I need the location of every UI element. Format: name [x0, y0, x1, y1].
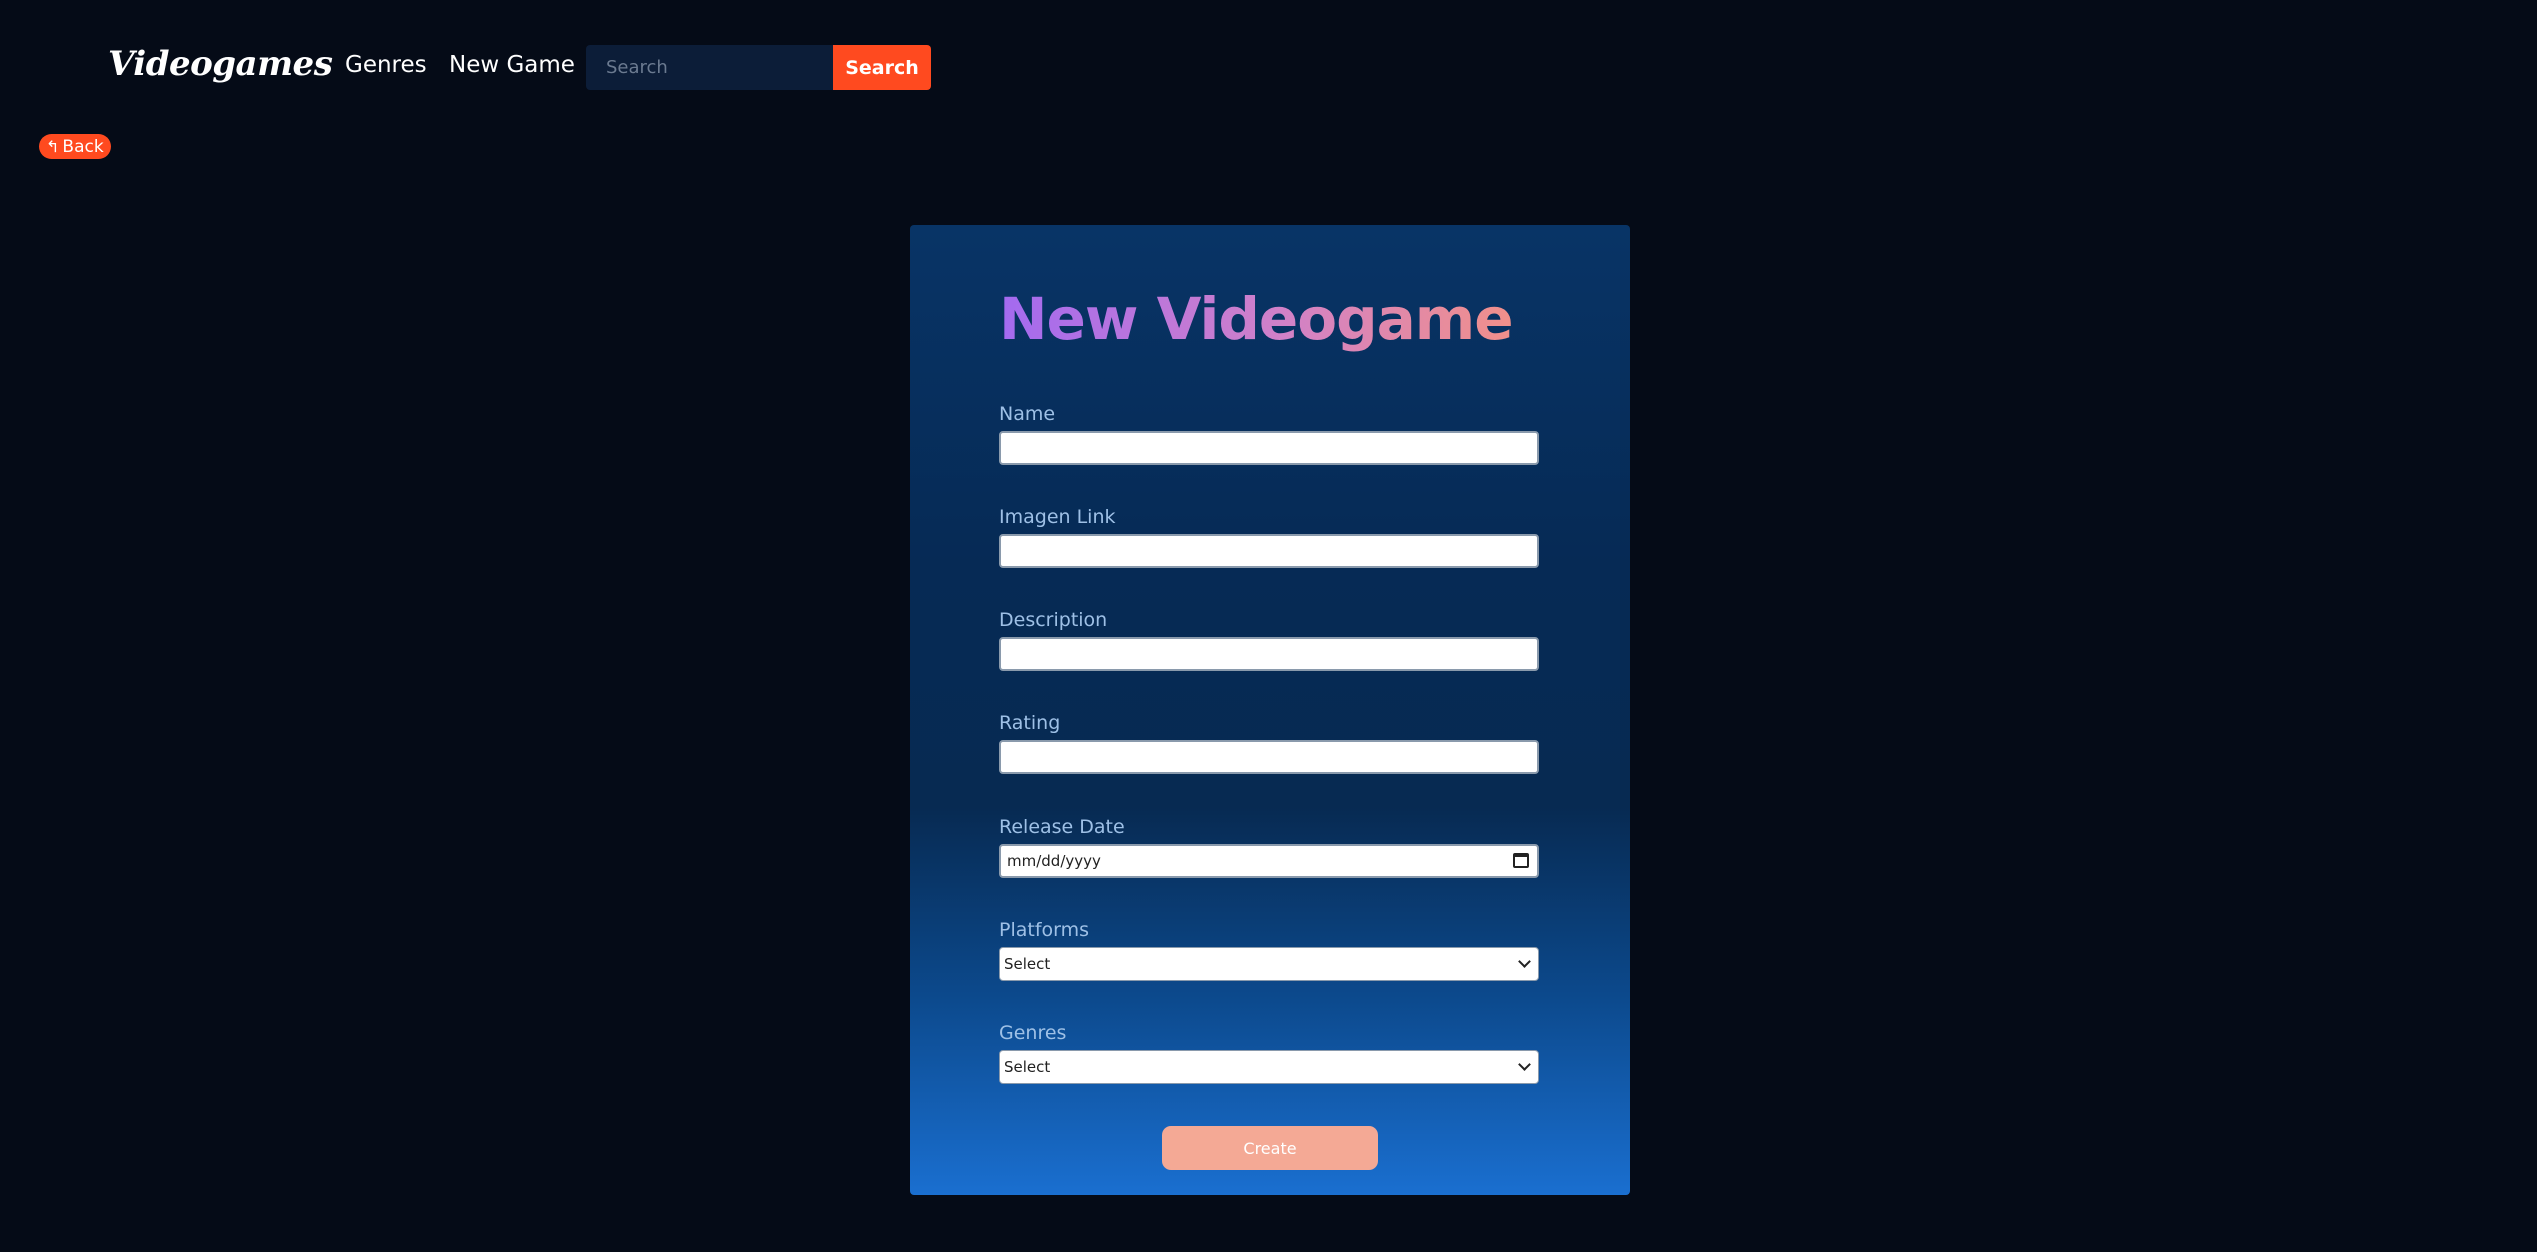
name-input[interactable] — [999, 431, 1539, 465]
platforms-select[interactable]: Select — [999, 947, 1539, 981]
new-videogame-form: New Videogame Name Imagen Link Descripti… — [910, 225, 1630, 1195]
platforms-label: Platforms — [999, 919, 1090, 941]
release-date-input[interactable]: mm/dd/yyyy — [999, 844, 1539, 878]
search-input[interactable] — [586, 45, 833, 90]
field-platforms: Platforms Select — [999, 919, 1539, 981]
reply-arrow-icon: ↰ — [46, 136, 60, 156]
back-button-label: Back — [62, 136, 104, 157]
field-release-date: Release Date mm/dd/yyyy — [999, 816, 1539, 878]
rating-input[interactable] — [999, 740, 1539, 774]
field-rating: Rating — [999, 712, 1539, 774]
name-label: Name — [999, 403, 1056, 425]
back-button[interactable]: ↰ Back — [39, 134, 111, 159]
image-link-label: Imagen Link — [999, 506, 1116, 528]
search-button[interactable]: Search — [833, 45, 931, 90]
field-name: Name — [999, 403, 1539, 465]
chevron-down-icon — [1518, 1058, 1531, 1071]
genres-select[interactable]: Select — [999, 1050, 1539, 1084]
calendar-icon[interactable] — [1513, 853, 1529, 868]
search-bar: Search — [586, 45, 931, 90]
image-link-input[interactable] — [999, 534, 1539, 568]
nav-link-genres[interactable]: Genres — [345, 52, 427, 78]
navbar: Videogames Genres New Game Search — [0, 0, 2537, 136]
field-description: Description — [999, 609, 1539, 671]
release-date-placeholder: mm/dd/yyyy — [1007, 852, 1101, 870]
field-image-link: Imagen Link — [999, 506, 1539, 568]
release-date-label: Release Date — [999, 816, 1125, 838]
chevron-down-icon — [1518, 955, 1531, 968]
site-logo[interactable]: Videogames — [108, 44, 333, 84]
platforms-selected-value: Select — [1004, 955, 1051, 973]
rating-label: Rating — [999, 712, 1061, 734]
genres-label: Genres — [999, 1022, 1067, 1044]
description-input[interactable] — [999, 637, 1539, 671]
field-genres: Genres Select — [999, 1022, 1539, 1084]
description-label: Description — [999, 609, 1108, 631]
nav-link-new-game[interactable]: New Game — [449, 52, 575, 78]
form-title: New Videogame — [999, 285, 1514, 353]
create-button[interactable]: Create — [1162, 1126, 1378, 1170]
genres-selected-value: Select — [1004, 1058, 1051, 1076]
